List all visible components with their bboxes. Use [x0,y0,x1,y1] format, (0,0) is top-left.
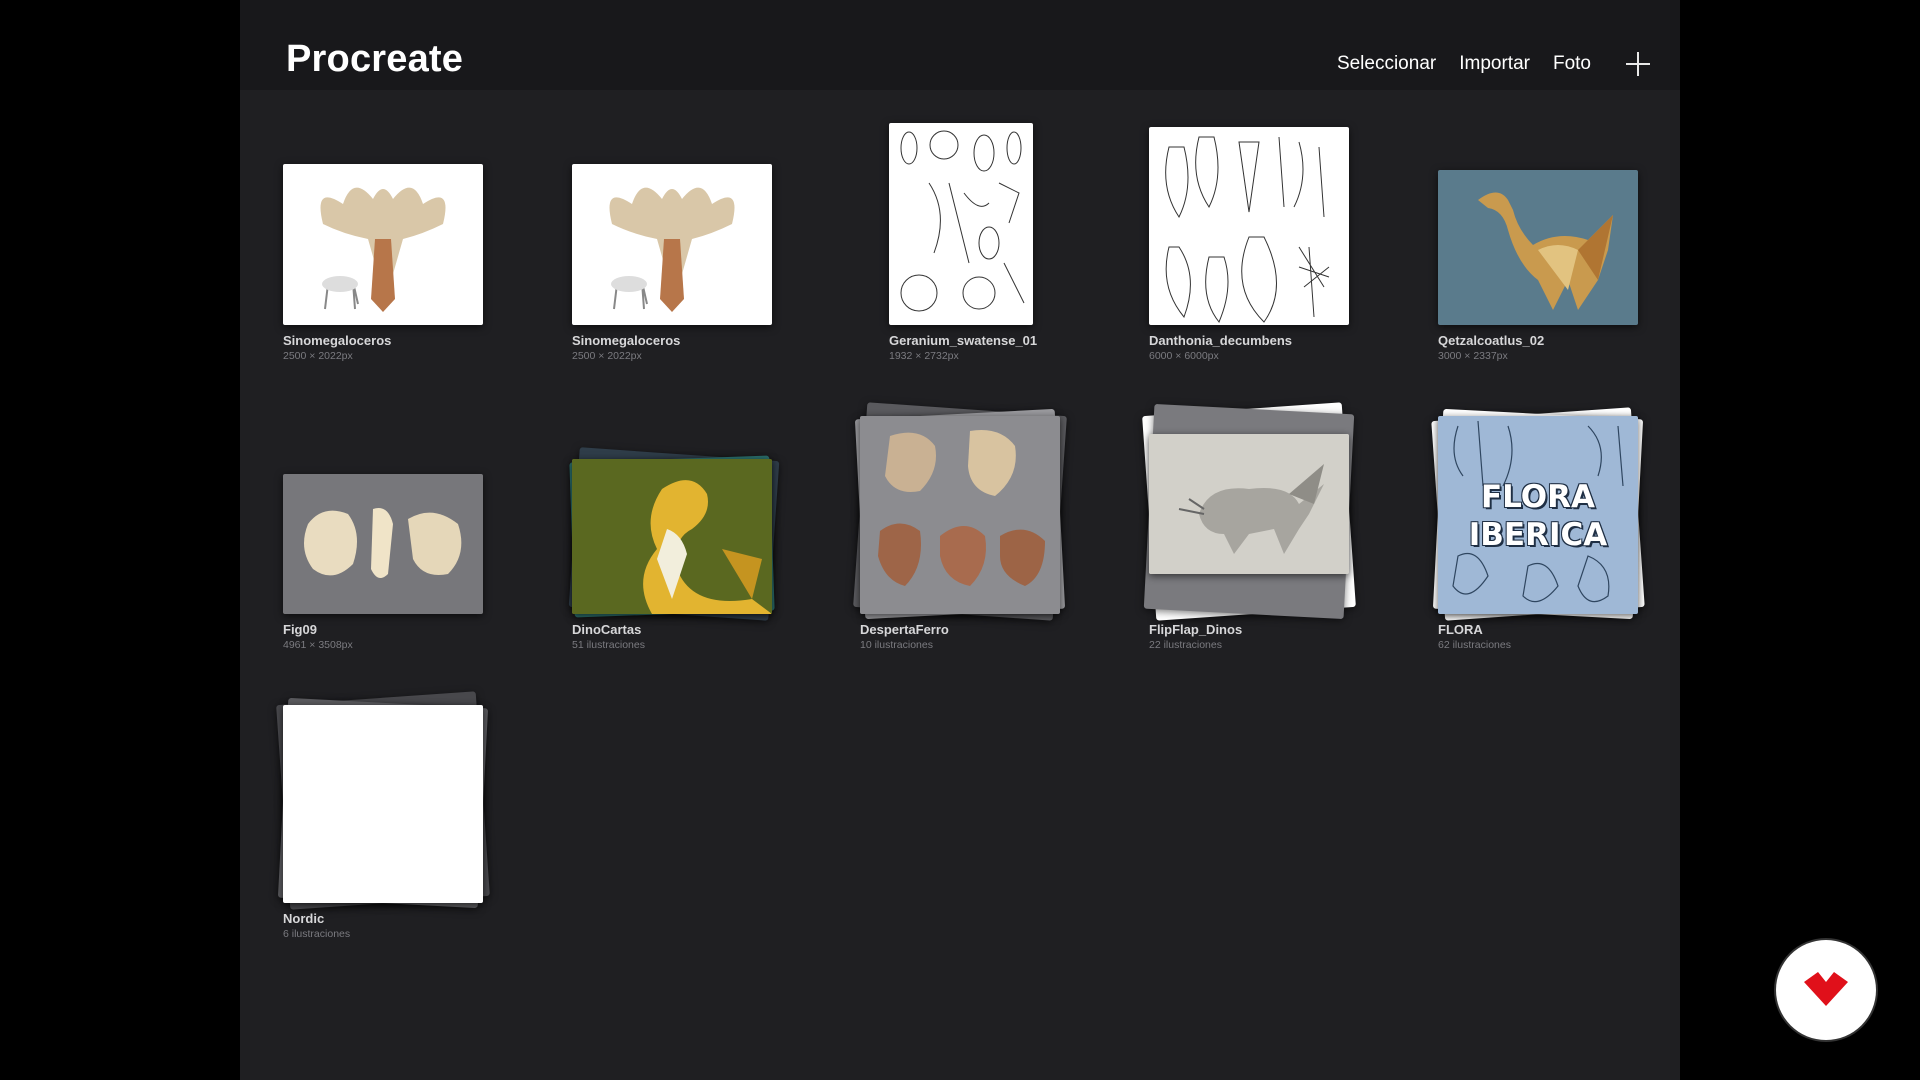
brand-logo-icon [1804,972,1848,1006]
item-title: Sinomegaloceros [572,333,681,348]
stack-cover-thumbnail[interactable]: FLORA IBERICA [1438,416,1638,614]
artwork-thumbnail[interactable] [1438,170,1638,325]
app-title: Procreate [286,38,464,80]
item-title: FlipFlap_Dinos [1149,622,1243,637]
item-dimensions: 6000 × 6000px [1149,350,1219,362]
item-title: Sinomegaloceros [283,333,392,348]
stack-cover-thumbnail[interactable] [1149,434,1349,574]
item-title: DespertaFerro [860,622,949,637]
procreate-gallery: Procreate Seleccionar Importar Foto Sino… [240,0,1680,1080]
item-count: 6 ilustraciones [283,928,351,940]
item-dimensions: 4961 × 3508px [283,639,353,651]
item-title: Fig09 [283,622,317,637]
import-button[interactable]: Importar [1459,53,1530,75]
item-count: 51 ilustraciones [572,639,645,651]
gallery-item-sinomegaloceros-1[interactable]: Sinomegaloceros 2500 × 2022px [283,115,483,362]
item-title: Nordic [283,911,325,926]
item-dimensions: 2500 × 2022px [572,350,642,362]
flora-cover-title: FLORA IBERICA [1468,479,1608,553]
gallery-item-qetzalcoatlus[interactable]: Qetzalcoatlus_02 3000 × 2337px [1438,115,1638,362]
gallery-item-fig09[interactable]: Fig09 4961 × 3508px [283,404,483,651]
artwork-thumbnail[interactable] [572,164,772,325]
item-count: 62 ilustraciones [1438,639,1511,651]
gallery-stack-nordic[interactable]: Nordic 6 ilustraciones [276,691,490,940]
gallery-stack-flipflap-dinos[interactable]: FlipFlap_Dinos 22 ilustraciones [1142,402,1356,651]
artwork-thumbnail[interactable] [889,123,1033,325]
gallery-item-geranium[interactable]: Geranium_swatense_01 1932 × 2732px [889,115,1089,362]
stack-cover-thumbnail[interactable] [572,459,772,614]
item-dimensions: 1932 × 2732px [889,350,959,362]
artwork-thumbnail[interactable] [1149,127,1349,325]
top-bar: Procreate Seleccionar Importar Foto [240,0,1680,90]
stack-cover-thumbnail[interactable] [860,416,1060,614]
artwork-thumbnail[interactable] [283,474,483,614]
item-count: 10 ilustraciones [860,639,933,651]
item-title: Danthonia_decumbens [1149,333,1293,348]
item-count: 22 ilustraciones [1149,639,1222,651]
photo-button[interactable]: Foto [1553,53,1591,75]
gallery-stack-flora[interactable]: FLORA IBERICA FLORA 62 ilustraciones [1431,404,1645,651]
plus-icon[interactable] [1626,52,1650,76]
item-dimensions: 3000 × 2337px [1438,350,1508,362]
toolbar-actions: Seleccionar Importar Foto [1337,52,1650,76]
select-button[interactable]: Seleccionar [1337,53,1436,75]
artwork-thumbnail[interactable] [283,164,483,325]
gallery-stack-dinocartas[interactable]: DinoCartas 51 ilustraciones [568,404,780,651]
item-dimensions: 2500 × 2022px [283,350,353,362]
gallery-item-danthonia[interactable]: Danthonia_decumbens 6000 × 6000px [1149,115,1349,362]
item-title: Qetzalcoatlus_02 [1438,333,1545,348]
gallery-item-sinomegaloceros-2[interactable]: Sinomegaloceros 2500 × 2022px [572,115,772,362]
item-title: DinoCartas [572,622,642,637]
item-title: Geranium_swatense_01 [889,333,1038,348]
item-title: FLORA [1438,622,1483,637]
gallery-stack-despertaferro[interactable]: DespertaFerro 10 ilustraciones [853,402,1067,651]
stack-cover-thumbnail[interactable] [283,705,483,903]
brand-logo-button[interactable] [1776,940,1876,1040]
